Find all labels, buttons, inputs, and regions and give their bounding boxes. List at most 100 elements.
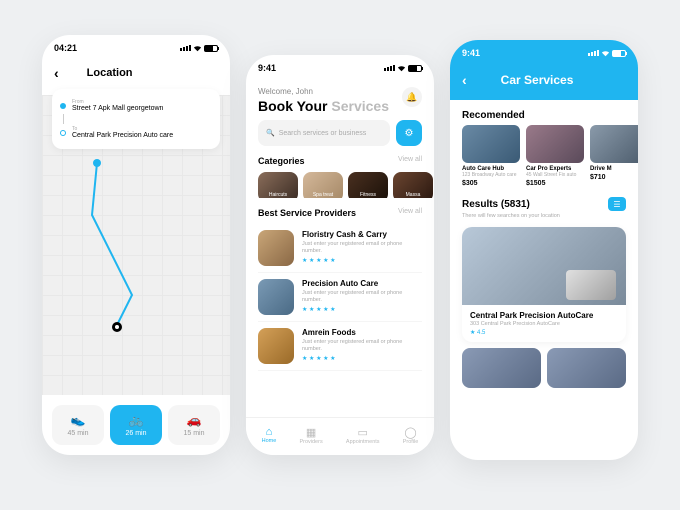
- thumbnail[interactable]: [547, 348, 626, 388]
- category-label: Fitness: [348, 192, 388, 198]
- providers-list: Floristry Cash & Carry Just enter your r…: [246, 224, 434, 371]
- tab-appointments[interactable]: ▭Appointments: [346, 426, 380, 445]
- search-placeholder: Search services or business: [279, 130, 367, 137]
- to-address: Central Park Precision Auto care: [72, 132, 173, 139]
- provider-desc: Just enter your registered email or phon…: [302, 241, 422, 255]
- recommended-price: $305: [462, 180, 520, 187]
- results-filter-button[interactable]: ☰: [608, 197, 626, 211]
- calendar-icon: ▭: [346, 426, 380, 439]
- time: 9:41: [258, 63, 276, 73]
- back-button[interactable]: ‹: [462, 72, 467, 88]
- status-bar: 9:41: [246, 55, 434, 81]
- home-icon: ⌂: [262, 426, 277, 438]
- home-screen: 9:41 Welcome, John Book Your Services 🔔 …: [246, 55, 434, 455]
- header: ‹ Location: [42, 61, 230, 89]
- category-label: Massa: [393, 192, 433, 198]
- providers-header: Best Service Providers View all: [246, 198, 434, 224]
- thumbnail[interactable]: [462, 348, 541, 388]
- signal-icon: [180, 45, 191, 51]
- provider-item[interactable]: Floristry Cash & Carry Just enter your r…: [258, 224, 422, 273]
- recommended-title: Recomended: [450, 100, 638, 125]
- result-address: 303 Central Park Precision AutoCare: [470, 321, 618, 327]
- tab-bar: ⌂Home ▦Providers ▭Appointments ◯Profile: [246, 417, 434, 455]
- page-title: Location: [87, 67, 133, 79]
- provider-name: Floristry Cash & Carry: [302, 230, 422, 239]
- recommended-item[interactable]: Drive M $710: [590, 125, 638, 187]
- recommended-image: [526, 125, 584, 163]
- recommended-item[interactable]: Car Pro Experts 45 Wall Street Fix auto …: [526, 125, 584, 187]
- transport-bike[interactable]: 🚲 26 min: [110, 405, 162, 445]
- welcome-text: Welcome, John: [258, 87, 389, 96]
- recommended-list[interactable]: Auto Care Hub 123 Broadway Auto care $30…: [450, 125, 638, 187]
- route-to[interactable]: To Central Park Precision Auto care: [60, 124, 212, 141]
- battery-icon: [408, 65, 422, 72]
- transport-time: 45 min: [67, 430, 88, 437]
- signal-icon: [588, 50, 599, 56]
- filter-icon: ☰: [613, 200, 620, 209]
- tab-profile[interactable]: ◯Profile: [403, 426, 419, 445]
- search-row: 🔍 Search services or business ⚙: [246, 120, 434, 146]
- categories-list[interactable]: Haircuts Spa treat Fitness Massa: [246, 172, 434, 198]
- category-label: Haircuts: [258, 192, 298, 198]
- recommended-name: Drive M: [590, 166, 638, 172]
- route-connector: [63, 114, 64, 124]
- recommended-sub: 45 Wall Street Fix auto: [526, 172, 584, 178]
- battery-icon: [612, 50, 626, 57]
- provider-name: Precision Auto Care: [302, 279, 422, 288]
- result-name: Central Park Precision AutoCare: [470, 311, 618, 320]
- provider-image: [258, 230, 294, 266]
- route-from[interactable]: From Street 7 Apk Mall georgetown: [60, 97, 212, 114]
- category-item[interactable]: Fitness: [348, 172, 388, 198]
- signal-icon: [384, 65, 395, 71]
- time: 9:41: [462, 48, 480, 58]
- rating-stars: ★ ★ ★ ★ ★: [302, 306, 422, 313]
- provider-desc: Just enter your registered email or phon…: [302, 290, 422, 304]
- view-all-link[interactable]: View all: [398, 208, 422, 218]
- provider-item[interactable]: Amrein Foods Just enter your registered …: [258, 322, 422, 371]
- view-all-link[interactable]: View all: [398, 156, 422, 166]
- battery-icon: [204, 45, 218, 52]
- wifi-icon: [397, 64, 406, 73]
- category-item[interactable]: Massa: [393, 172, 433, 198]
- transport-time: 15 min: [183, 430, 204, 437]
- status-bar: 04:21: [42, 35, 230, 61]
- category-label: Spa treat: [303, 192, 343, 198]
- to-dot-icon: [60, 130, 66, 136]
- route-card: From Street 7 Apk Mall georgetown To Cen…: [52, 89, 220, 149]
- time: 04:21: [54, 43, 77, 53]
- recommended-item[interactable]: Auto Care Hub 123 Broadway Auto care $30…: [462, 125, 520, 187]
- search-input[interactable]: 🔍 Search services or business: [258, 120, 390, 146]
- category-item[interactable]: Haircuts: [258, 172, 298, 198]
- tab-providers[interactable]: ▦Providers: [299, 426, 322, 445]
- status-icons: [180, 44, 218, 53]
- filter-button[interactable]: ⚙: [396, 120, 422, 146]
- category-item[interactable]: Spa treat: [303, 172, 343, 198]
- provider-name: Amrein Foods: [302, 328, 422, 337]
- result-rating: ★ 4.5: [470, 329, 618, 336]
- recommended-sub: 123 Broadway Auto care: [462, 172, 520, 178]
- walk-icon: 👟: [56, 413, 100, 427]
- search-icon: 🔍: [266, 129, 275, 137]
- heading: Book Your Services: [258, 98, 389, 114]
- transport-options: 👟 45 min 🚲 26 min 🚗 15 min: [52, 405, 220, 445]
- rating-stars: ★ ★ ★ ★ ★: [302, 257, 422, 264]
- header: Welcome, John Book Your Services 🔔: [246, 81, 434, 120]
- tab-home[interactable]: ⌂Home: [262, 426, 277, 445]
- provider-item[interactable]: Precision Auto Care Just enter your regi…: [258, 273, 422, 322]
- profile-icon: ◯: [403, 426, 419, 439]
- bike-icon: 🚲: [114, 413, 158, 427]
- transport-walk[interactable]: 👟 45 min: [52, 405, 104, 445]
- provider-image: [258, 279, 294, 315]
- result-thumbnails: [450, 342, 638, 394]
- result-card[interactable]: Central Park Precision AutoCare 303 Cent…: [462, 227, 626, 342]
- notifications-button[interactable]: 🔔: [402, 87, 422, 107]
- provider-desc: Just enter your registered email or phon…: [302, 339, 422, 353]
- car-icon: 🚗: [172, 413, 216, 427]
- transport-time: 26 min: [125, 430, 146, 437]
- results-subtitle: There will few searches on your location: [450, 213, 638, 219]
- location-screen: 04:21 ‹ Location From Street 7 Apk Mall …: [42, 35, 230, 455]
- transport-car[interactable]: 🚗 15 min: [168, 405, 220, 445]
- categories-header: Categories View all: [246, 146, 434, 172]
- recommended-image: [462, 125, 520, 163]
- back-button[interactable]: ‹: [54, 65, 59, 81]
